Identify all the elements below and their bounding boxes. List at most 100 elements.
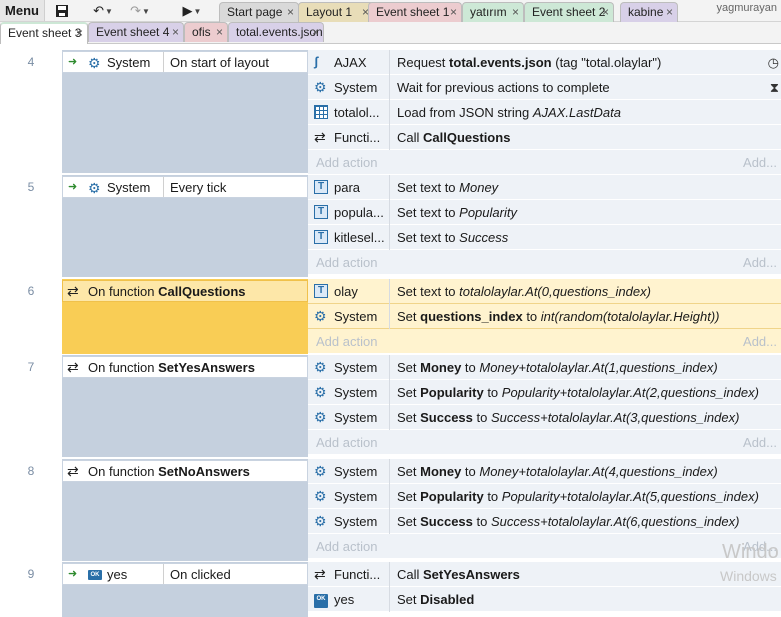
action-text-pre: Load from JSON string <box>397 105 533 120</box>
action-text-bold: Disabled <box>420 592 475 607</box>
action-text-post: to <box>461 360 480 375</box>
close-tab-icon[interactable]: × <box>312 23 319 42</box>
add-action-row[interactable]: Add action Add... <box>308 150 781 174</box>
close-tab-icon[interactable]: × <box>450 3 457 22</box>
add-action-row[interactable]: Add action Add... <box>308 250 781 274</box>
add-action-row[interactable]: Add action Add... <box>308 430 781 454</box>
action-row[interactable]: ⚙ System Set Money to Money+totalolaylar.A… <box>308 459 781 484</box>
save-icon[interactable] <box>52 1 72 21</box>
add-action-link[interactable]: Add action <box>316 255 377 270</box>
tab-sheet-3[interactable]: total.events.json × <box>228 22 324 42</box>
tab-5[interactable]: kabine × <box>620 2 678 22</box>
close-tab-icon[interactable]: × <box>76 24 83 43</box>
action-text: Set Popularity to Popularity+totalolayla… <box>397 489 759 504</box>
divider <box>163 177 164 197</box>
condition-object: System <box>107 55 151 70</box>
tab-sheet-2[interactable]: ofis × <box>184 22 228 42</box>
add-more-link[interactable]: Add... <box>743 435 777 450</box>
event-number: 4 <box>27 55 35 69</box>
event-sheet: 4 ➜ ⚙ System On start of layout ʃ AJAX Request … <box>0 45 781 617</box>
action-text-italic: AJAX.LastData <box>532 105 621 120</box>
close-tab-icon[interactable]: × <box>602 3 609 22</box>
tab-4[interactable]: Event sheet 2 × <box>524 2 614 22</box>
action-row[interactable]: Tpopula... Set text to Popularity <box>308 200 781 225</box>
action-row[interactable]: Tpara Set text to Money <box>308 175 781 200</box>
action-row[interactable]: ⚙ System Set Success to Success+totalolayl… <box>308 509 781 534</box>
action-text-italic: Success <box>459 230 509 245</box>
undo-icon[interactable]: ↶▼ <box>88 1 118 21</box>
action-text-bold: Success <box>420 514 473 529</box>
action-row[interactable]: OK yes Set Disabled <box>308 587 781 612</box>
gear-icon: ⚙ <box>314 488 327 504</box>
tab-label: Event sheet 1 <box>376 5 450 19</box>
add-action-link[interactable]: Add action <box>316 334 377 349</box>
action-row[interactable]: ⚙ System Set Popularity to Popularity+tota… <box>308 484 781 509</box>
action-row[interactable]: totalol... Load from JSON string AJAX.Las… <box>308 100 781 125</box>
tab-label: yatırım <box>470 5 507 19</box>
tab-2[interactable]: Event sheet 1 × <box>368 2 462 22</box>
tab-3[interactable]: yatırım × <box>462 2 524 22</box>
preview-icon[interactable]: ▶▼ <box>175 1 209 21</box>
action-text-italic: Money <box>459 180 499 195</box>
add-action-link[interactable]: Add action <box>316 155 377 170</box>
add-action-link[interactable]: Add action <box>316 539 377 554</box>
divider <box>389 405 390 430</box>
condition-text: On start of layout <box>170 55 269 70</box>
action-object: System <box>334 464 378 479</box>
action-text-pre: Set text to <box>397 205 460 220</box>
function-icon: ⇄ <box>67 359 79 375</box>
close-tab-icon[interactable]: × <box>512 3 519 22</box>
action-text-post: to <box>472 514 491 529</box>
menu-button[interactable]: Menu <box>0 0 45 21</box>
function-title: On function SetNoAnswers <box>88 464 250 479</box>
action-row[interactable]: Tkitlesel... Set text to Success <box>308 225 781 250</box>
add-action-row[interactable]: Add action Add... <box>308 329 781 353</box>
close-tab-icon[interactable]: × <box>216 23 223 42</box>
action-text: Set Success to Success+totalolaylar.At(3… <box>397 410 739 425</box>
watermark-line2: Windows <box>720 568 777 584</box>
function-row[interactable]: ⇄ On function CallQuestions <box>62 280 308 302</box>
action-object: para <box>334 180 361 195</box>
action-text-pre: Set <box>397 360 421 375</box>
action-text-bold: Money <box>420 360 462 375</box>
event-number: 5 <box>27 180 35 194</box>
function-row[interactable]: ⇄ On function SetYesAnswers <box>62 356 308 378</box>
condition-row[interactable]: ➜ OK yes On clicked <box>62 563 308 585</box>
tab-1[interactable]: Layout 1 × <box>298 2 374 22</box>
tab-label: kabine <box>628 5 664 19</box>
action-text-bold: CallQuestions <box>423 130 511 145</box>
action-row[interactable]: ⇄ Functi... Call CallQuestions <box>308 125 781 150</box>
condition-row[interactable]: ➜ ⚙ System Every tick <box>62 176 308 198</box>
close-tab-icon[interactable]: × <box>666 3 673 22</box>
function-row[interactable]: ⇄ On function SetNoAnswers <box>62 460 308 482</box>
action-text-pre: Set <box>397 489 421 504</box>
gear-icon: ⚙ <box>314 308 327 324</box>
action-row[interactable]: ⚙ System Set Popularity to Popularity+tota… <box>308 380 781 405</box>
close-tab-icon[interactable]: × <box>287 3 294 22</box>
tab-sheet-1[interactable]: Event sheet 4 × <box>88 22 184 42</box>
gear-icon: ⚙ <box>88 55 101 71</box>
function-name: CallQuestions <box>158 284 246 299</box>
divider <box>389 200 390 225</box>
action-row[interactable]: ⇄ Functi... Call SetYesAnswers <box>308 562 781 587</box>
action-text: Wait for previous actions to complete <box>397 80 610 95</box>
add-more-link[interactable]: Add... <box>743 255 777 270</box>
divider <box>389 50 390 75</box>
action-row[interactable]: ⚙ System Wait for previous actions to comp… <box>308 75 781 100</box>
add-action-row[interactable]: Add action Add... <box>308 534 781 558</box>
condition-row[interactable]: ➜ ⚙ System On start of layout <box>62 51 308 73</box>
add-more-link[interactable]: Add... <box>743 155 777 170</box>
tab-0[interactable]: Start page × <box>219 2 299 22</box>
function-icon: ⇄ <box>67 463 79 479</box>
action-row[interactable]: ʃ AJAX Request total.events.json (tag "tot… <box>308 50 781 75</box>
action-row[interactable]: ⚙ System Set Money to Money+totalolaylar.A… <box>308 355 781 380</box>
redo-icon[interactable]: ↷▼ <box>125 1 155 21</box>
action-row[interactable]: Tolay Set text to totalolaylar.At(0,quest… <box>308 279 781 304</box>
add-action-link[interactable]: Add action <box>316 435 377 450</box>
action-row[interactable]: ⚙ System Set questions_index to int(random… <box>308 304 781 329</box>
action-text-italic: totalolaylar.At(0,questions_index) <box>459 284 651 299</box>
add-more-link[interactable]: Add... <box>743 334 777 349</box>
tab-sheet-0[interactable]: Event sheet 3 × <box>0 22 88 44</box>
close-tab-icon[interactable]: × <box>172 23 179 42</box>
action-row[interactable]: ⚙ System Set Success to Success+totalolayl… <box>308 405 781 430</box>
